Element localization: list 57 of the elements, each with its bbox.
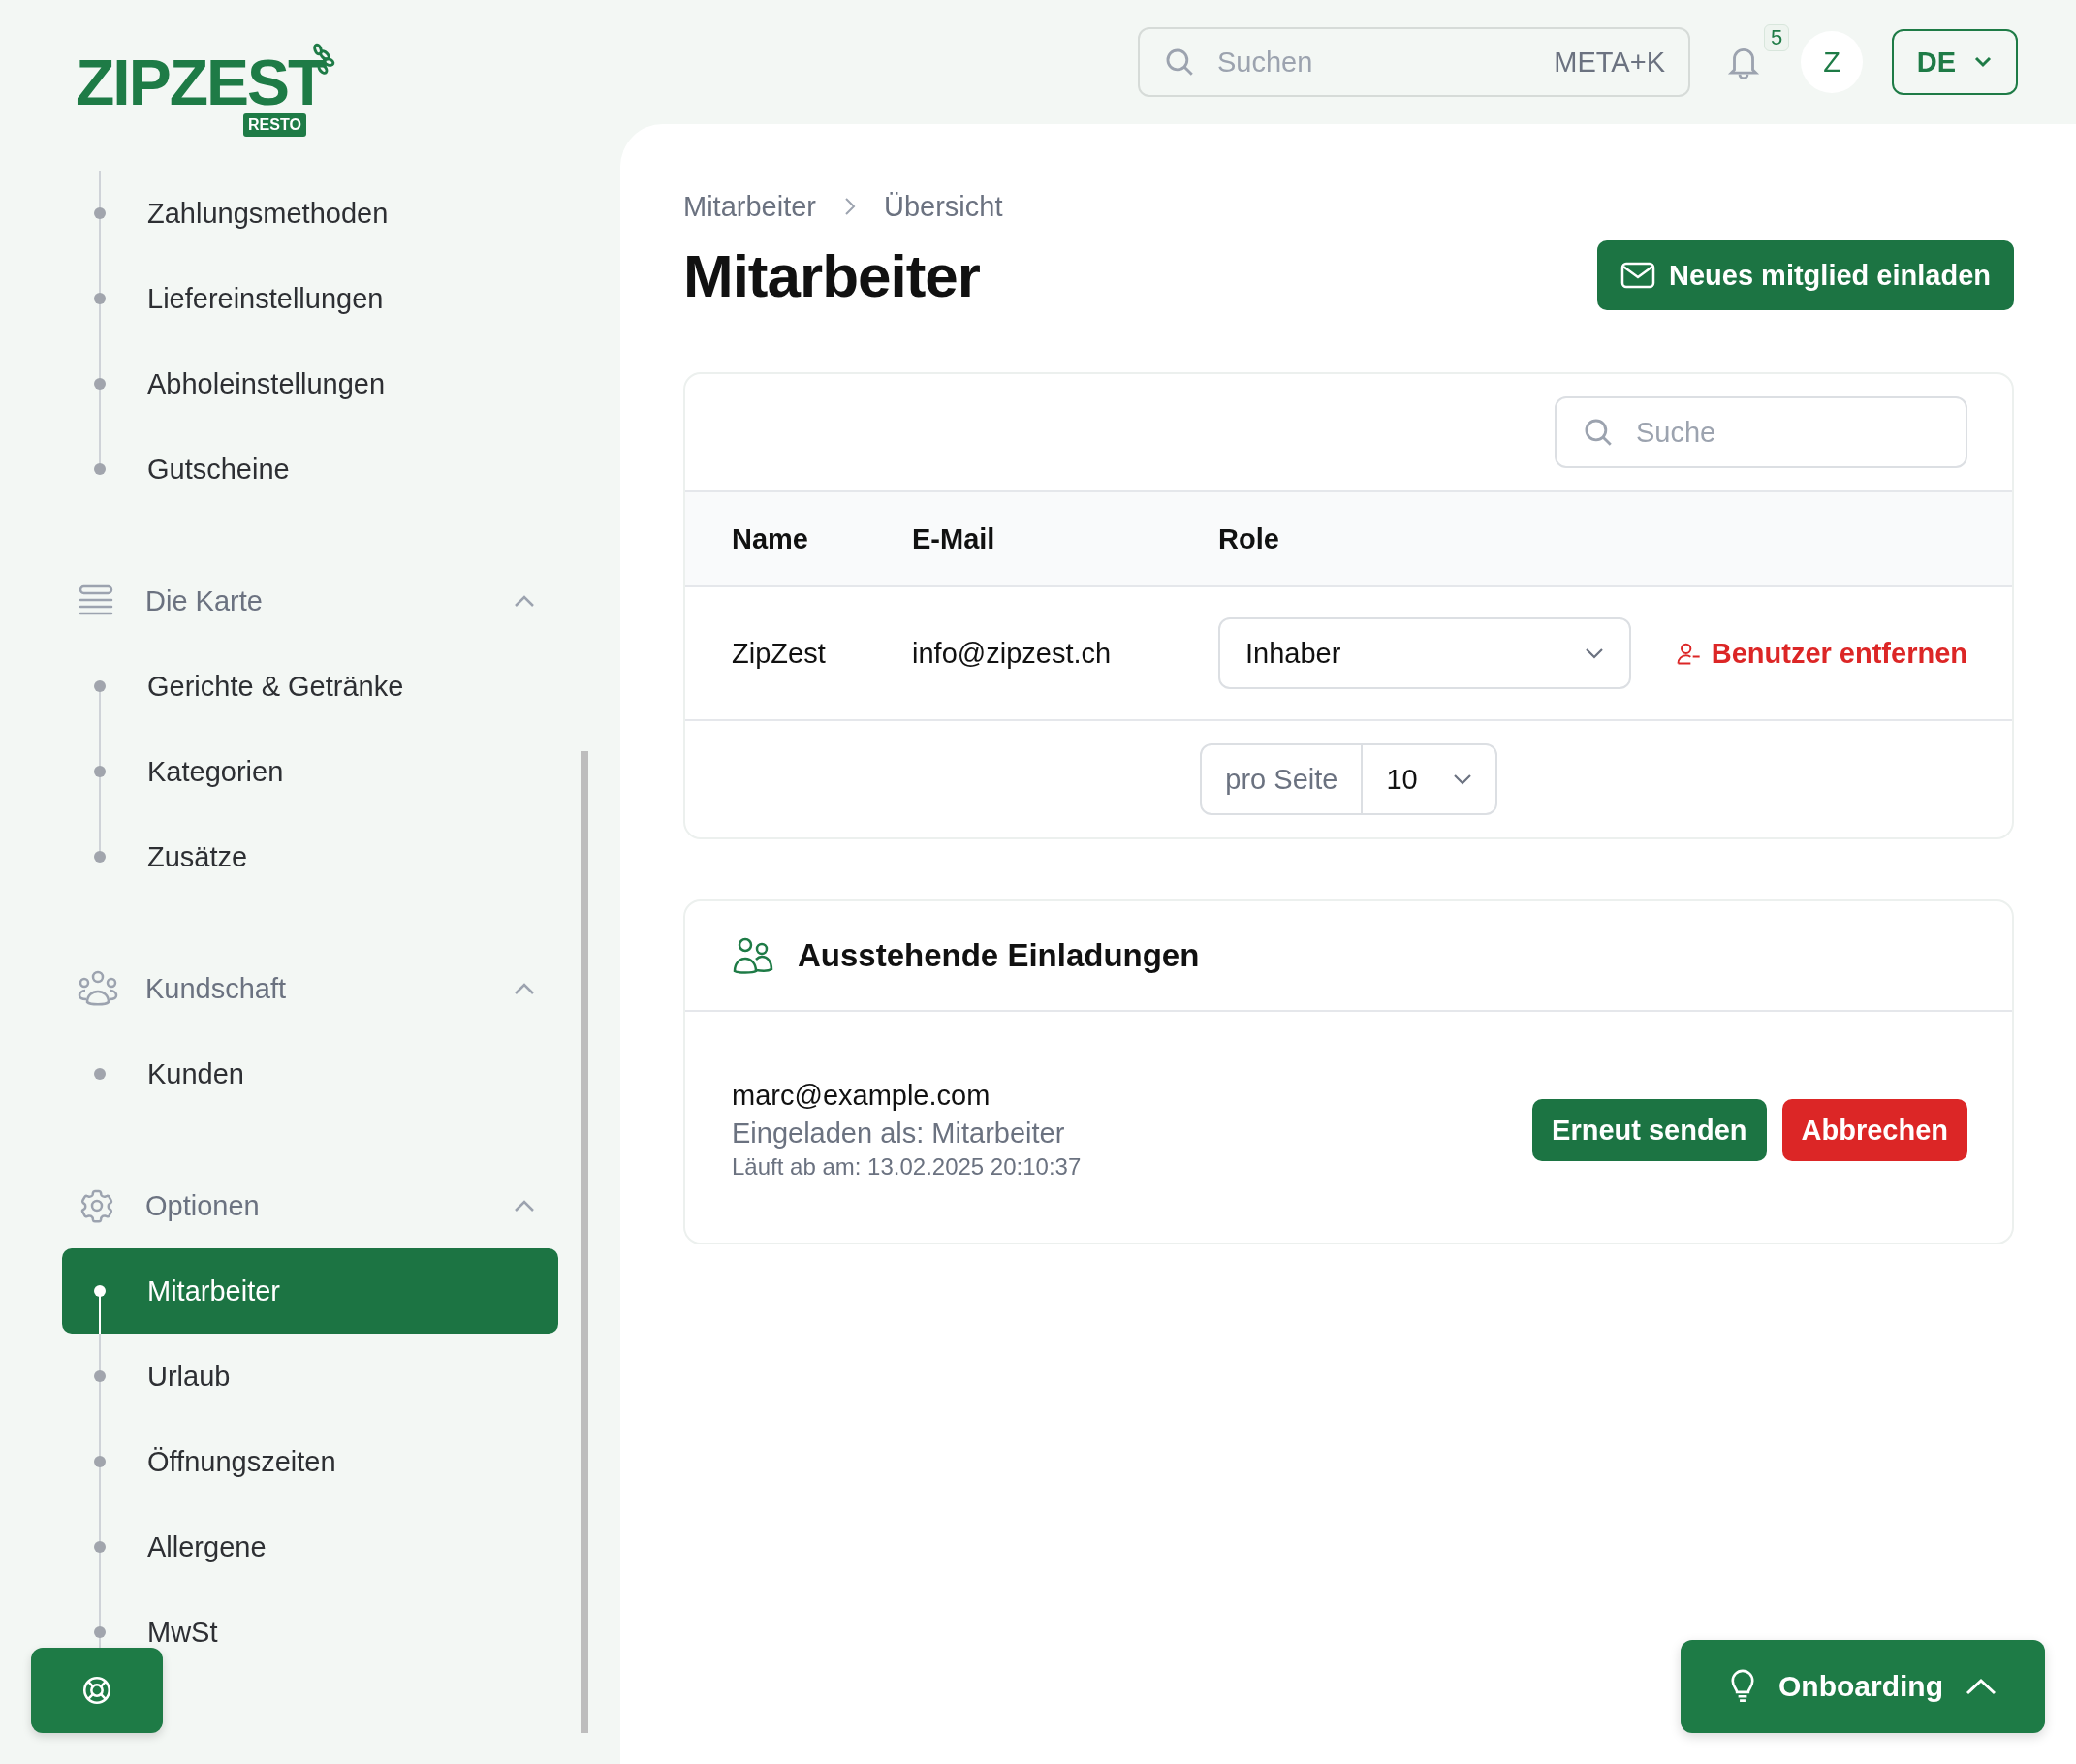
invite-button[interactable]: Neues mitglied einladen bbox=[1597, 240, 2014, 310]
sidebar-section[interactable]: Kundschaft bbox=[0, 946, 620, 1031]
role-select[interactable]: Inhaber bbox=[1218, 617, 1631, 689]
column-header: Role bbox=[1218, 522, 1280, 555]
invite-email: marc@example.com bbox=[732, 1080, 991, 1112]
sidebar-item[interactable]: Öffnungszeiten bbox=[62, 1419, 558, 1504]
search-field[interactable]: Suche bbox=[1555, 396, 1967, 468]
page-title: Mitarbeiter bbox=[683, 240, 980, 310]
list-icon bbox=[78, 584, 114, 617]
scrollbar[interactable] bbox=[581, 751, 588, 1733]
sidebar-section[interactable]: Die Karte bbox=[0, 558, 620, 644]
invite-expiry: Läuft ab am: 13.02.2025 20:10:37 bbox=[732, 1153, 1082, 1181]
chevron-up-icon bbox=[1965, 1677, 1997, 1696]
cancel-button[interactable]: Abbrechen bbox=[1781, 1099, 1967, 1161]
breadcrumb-link[interactable]: Übersicht bbox=[884, 190, 1003, 223]
sidebar-item[interactable]: Allergene bbox=[62, 1504, 558, 1590]
users-icon bbox=[78, 970, 118, 1007]
chevron-icon bbox=[1973, 55, 1994, 69]
sidebar-item[interactable]: Mitarbeiter bbox=[62, 1248, 558, 1334]
invite-role: Eingeladen als: Mitarbeiter bbox=[732, 1118, 1066, 1150]
chevron-icon bbox=[1585, 647, 1604, 659]
table-cell-text: ZipZest bbox=[732, 637, 827, 670]
sidebar-section[interactable]: Optionen bbox=[0, 1163, 620, 1248]
section-title: Ausstehende Einladungen bbox=[798, 937, 1200, 974]
search-input[interactable]: Suche bbox=[1634, 415, 1940, 450]
column-header: E-Mail bbox=[912, 522, 996, 555]
search-field[interactable]: Suchen META+K bbox=[1138, 27, 1690, 97]
remove-user-link[interactable]: Benutzer entfernen bbox=[1674, 637, 1967, 670]
search-input[interactable]: Suchen bbox=[1215, 45, 1535, 79]
user-avatar[interactable]: Z bbox=[1801, 31, 1863, 93]
sidebar-item[interactable]: Gerichte & Getränke bbox=[62, 644, 558, 729]
sidebar-item[interactable]: Urlaub bbox=[62, 1334, 558, 1419]
sidebar-item[interactable]: Kunden bbox=[62, 1031, 558, 1117]
chevron-right-icon bbox=[843, 196, 857, 217]
envelope-icon bbox=[1620, 262, 1655, 289]
users-icon bbox=[732, 936, 774, 975]
sidebar-item[interactable]: Abholeinstellungen bbox=[62, 341, 558, 426]
lifebuoy-icon bbox=[80, 1674, 113, 1707]
column-header: Name bbox=[732, 522, 809, 555]
sidebar-item[interactable]: Kategorien bbox=[62, 729, 558, 814]
sidebar-item[interactable]: MwSt bbox=[62, 1590, 558, 1675]
table-cell-text: info@zipzest.ch bbox=[912, 637, 1113, 670]
help-button[interactable] bbox=[31, 1648, 163, 1733]
notification-count: 5 bbox=[1764, 24, 1790, 51]
resend-button[interactable]: Erneut senden bbox=[1532, 1099, 1767, 1161]
onboarding-button[interactable]: Onboarding bbox=[1681, 1640, 2045, 1733]
sidebar-item[interactable]: Zusätze bbox=[62, 814, 558, 899]
breadcrumb-link[interactable]: Mitarbeiter bbox=[683, 190, 816, 223]
sidebar-item[interactable]: Gutscheine bbox=[62, 426, 558, 512]
logo-wordmark: ZIPZEST bbox=[76, 50, 326, 114]
language-selector[interactable]: DE bbox=[1892, 29, 2018, 95]
chevron-icon bbox=[1452, 773, 1472, 785]
sidebar-item[interactable]: Liefereinstellungen bbox=[62, 256, 558, 341]
page-size-select[interactable]: pro Seite 10 bbox=[1200, 743, 1497, 815]
sidebar-item[interactable]: Zahlungsmethoden bbox=[62, 171, 558, 256]
logo-badge: RESTO bbox=[243, 113, 306, 137]
shortcut-hint: META+K bbox=[1554, 46, 1665, 79]
